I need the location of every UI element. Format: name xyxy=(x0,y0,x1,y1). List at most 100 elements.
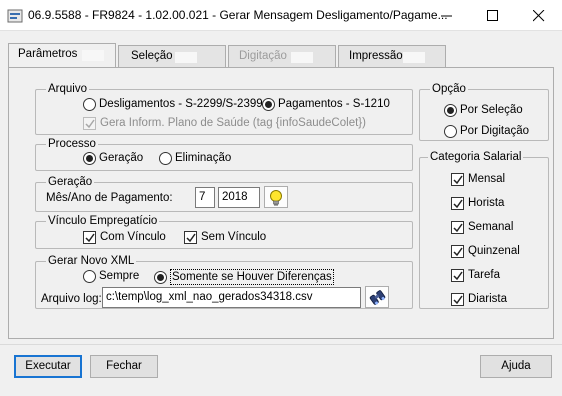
checkbox-com-vinculo[interactable]: Com Vínculo xyxy=(83,230,166,244)
checkmark-icon xyxy=(453,199,463,208)
tab-impressao[interactable]: Impressão xyxy=(338,45,446,68)
group-arquivo: Arquivo Desligamentos - S-2299/S-2399 Pa… xyxy=(35,82,413,135)
checkbox-diarista[interactable]: Diarista xyxy=(451,292,507,306)
tab-label: Impressão xyxy=(349,50,403,62)
checkbox-label: Quinzenal xyxy=(468,245,520,257)
checkbox-indicator xyxy=(451,292,464,306)
checkbox-label: Gera Inform. Plano de Saúde (tag {infoSa… xyxy=(100,117,366,129)
close-button[interactable] xyxy=(516,0,562,31)
checkbox-tarefa[interactable]: Tarefa xyxy=(451,268,500,282)
checkbox-indicator xyxy=(83,116,96,130)
radio-label: Por Seleção xyxy=(460,104,523,116)
radio-label: Somente se Houver Diferenças xyxy=(170,269,334,285)
maximize-icon xyxy=(487,10,498,21)
arquivo-log-input[interactable]: c:\temp\log_xml_nao_gerados34318.csv xyxy=(102,287,361,308)
tab-color-swatch xyxy=(82,50,104,61)
tab-panel-parametros: Arquivo Desligamentos - S-2299/S-2399 Pa… xyxy=(8,67,554,339)
window-title: 06.9.5588 - FR9824 - 1.02.00.021 - Gerar… xyxy=(28,8,448,22)
radio-label: Por Digitação xyxy=(460,125,530,137)
binoculars-icon xyxy=(369,290,386,305)
checkbox-label: Tarefa xyxy=(468,269,500,281)
app-icon xyxy=(7,9,23,23)
group-title: Arquivo xyxy=(46,82,89,96)
checkbox-quinzenal[interactable]: Quinzenal xyxy=(451,244,520,258)
checkbox-label: Horista xyxy=(468,197,505,209)
radio-sempre[interactable]: Sempre xyxy=(83,269,139,283)
close-icon xyxy=(533,10,545,22)
radio-indicator xyxy=(154,270,167,284)
checkmark-icon xyxy=(453,223,463,232)
tab-label: Digitação xyxy=(239,50,287,62)
tab-label: Seleção xyxy=(131,50,173,62)
title-bar: 06.9.5588 - FR9824 - 1.02.00.021 - Gerar… xyxy=(0,0,562,31)
radio-label: Eliminação xyxy=(175,152,232,164)
checkbox-label: Mensal xyxy=(468,173,506,185)
checkmark-icon xyxy=(453,295,463,304)
checkbox-label: Diarista xyxy=(468,293,507,305)
mes-ano-label: Mês/Ano de Pagamento: xyxy=(46,192,173,204)
checkbox-sem-vinculo[interactable]: Sem Vínculo xyxy=(184,230,266,244)
radio-indicator xyxy=(444,124,457,138)
checkbox-indicator xyxy=(451,172,464,186)
ajuda-button[interactable]: Ajuda xyxy=(480,355,552,378)
minimize-icon xyxy=(441,15,452,17)
mes-input[interactable]: 7 xyxy=(195,187,215,208)
tab-digitacao[interactable]: Digitação xyxy=(228,45,336,68)
checkbox-indicator xyxy=(83,230,96,244)
radio-por-selecao[interactable]: Por Seleção xyxy=(444,103,523,117)
radio-label: Sempre xyxy=(99,270,140,282)
checkbox-indicator xyxy=(451,220,464,234)
group-geracao: Geração Mês/Ano de Pagamento: 7 2018 xyxy=(35,175,413,212)
group-title: Opção xyxy=(430,82,468,96)
checkmark-icon xyxy=(453,271,463,280)
group-title: Categoria Salarial xyxy=(428,150,524,164)
checkbox-semanal[interactable]: Semanal xyxy=(451,220,513,234)
tab-parametros[interactable]: Parâmetros xyxy=(8,43,116,68)
group-categoria-salarial: Categoria Salarial Mensal Horista Semana… xyxy=(419,150,549,309)
ano-input[interactable]: 2018 xyxy=(218,187,260,208)
checkmark-icon xyxy=(186,233,196,242)
radio-desligamentos[interactable]: Desligamentos - S-2299/S-2399 xyxy=(83,97,263,111)
checkbox-label: Sem Vínculo xyxy=(201,231,267,243)
checkbox-gera-plano-saude[interactable]: Gera Inform. Plano de Saúde (tag {infoSa… xyxy=(83,116,366,130)
executar-button[interactable]: Executar xyxy=(14,355,82,378)
radio-indicator xyxy=(262,97,275,111)
checkbox-indicator xyxy=(451,196,464,210)
checkbox-mensal[interactable]: Mensal xyxy=(451,172,505,186)
group-opcao: Opção Por Seleção Por Digitação xyxy=(419,82,549,141)
radio-label: Geração xyxy=(99,152,144,164)
radio-somente-diferencas[interactable]: Somente se Houver Diferenças xyxy=(154,269,334,285)
tab-color-swatch xyxy=(291,52,313,63)
group-processo: Processo Geração Eliminação xyxy=(35,137,413,171)
radio-indicator xyxy=(83,151,96,165)
lightbulb-icon xyxy=(270,190,282,206)
minimize-button[interactable] xyxy=(424,0,470,31)
tab-selecao[interactable]: Seleção xyxy=(118,45,226,68)
lightbulb-button[interactable] xyxy=(264,186,288,208)
radio-indicator xyxy=(159,151,172,165)
tab-label: Parâmetros xyxy=(18,48,78,60)
radio-eliminacao[interactable]: Eliminação xyxy=(159,151,231,165)
radio-geracao[interactable]: Geração xyxy=(83,151,143,165)
radio-indicator xyxy=(83,269,96,283)
group-title: Gerar Novo XML xyxy=(46,254,137,268)
group-title: Processo xyxy=(46,137,98,151)
checkbox-indicator xyxy=(451,268,464,282)
checkbox-label: Semanal xyxy=(468,221,514,233)
tab-color-swatch xyxy=(175,52,197,63)
browse-log-button[interactable] xyxy=(365,286,389,308)
radio-por-digitacao[interactable]: Por Digitação xyxy=(444,124,529,138)
footer-separator xyxy=(0,344,562,345)
radio-indicator xyxy=(83,97,96,111)
checkmark-icon xyxy=(85,233,95,242)
checkbox-horista[interactable]: Horista xyxy=(451,196,504,210)
radio-label: Desligamentos - S-2299/S-2399 xyxy=(99,98,263,110)
tab-color-swatch xyxy=(403,52,425,63)
checkmark-icon xyxy=(453,247,463,256)
radio-pagamentos[interactable]: Pagamentos - S-1210 xyxy=(262,97,390,111)
checkbox-label: Com Vínculo xyxy=(100,231,166,243)
fechar-button[interactable]: Fechar xyxy=(90,355,158,378)
group-title: Geração xyxy=(46,175,95,189)
maximize-button[interactable] xyxy=(470,0,516,31)
arquivo-log-label: Arquivo log: xyxy=(41,293,102,305)
